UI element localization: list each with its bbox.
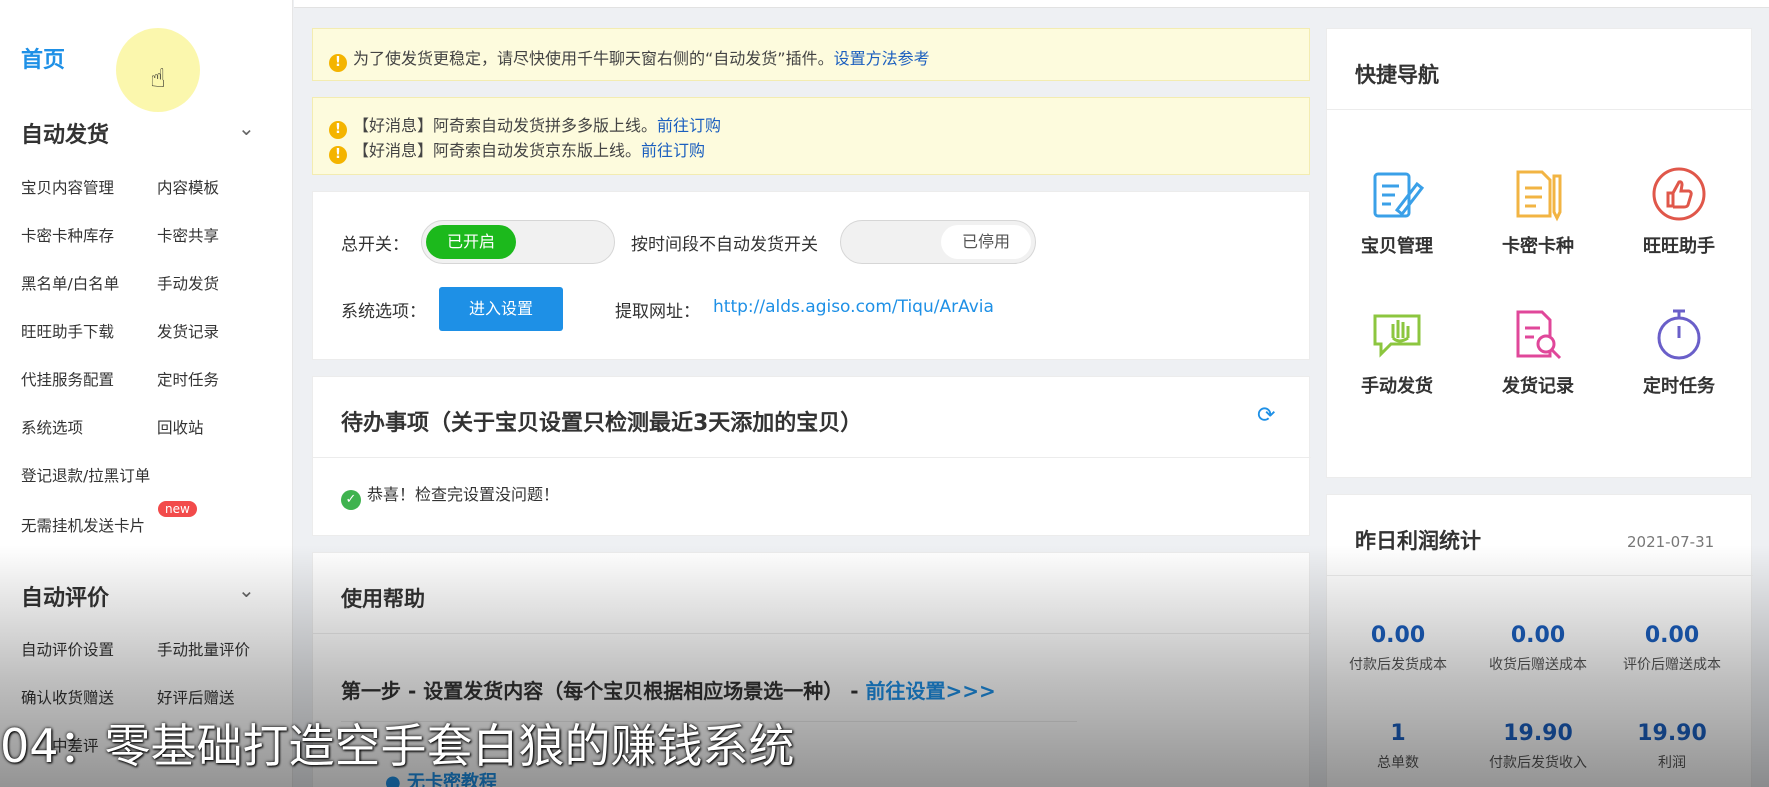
- sidebar-item[interactable]: 手动发货: [157, 272, 219, 294]
- card-document-icon: [1516, 170, 1562, 222]
- quick-nav-panel: 快捷导航 宝贝管理 卡密卡种 旺旺助手 手动发货 发货记录 定时任务: [1326, 28, 1753, 478]
- sidebar-item[interactable]: 确认收货赠送: [21, 686, 114, 708]
- refresh-icon[interactable]: ⟳: [1257, 403, 1275, 428]
- divider: [313, 457, 1311, 458]
- quick-nav-item-timer[interactable]: 定时任务: [1619, 306, 1739, 398]
- video-caption: 04：零基础打造空手套白狼的赚钱系统: [0, 719, 795, 773]
- profit-title: 昨日利润统计: [1355, 529, 1481, 553]
- warning-icon: !: [329, 54, 347, 72]
- todo-title: 待办事项（关于宝贝设置只检测最近3天添加的宝贝）: [341, 411, 863, 436]
- sidebar-item[interactable]: 宝贝内容管理: [21, 176, 114, 198]
- thumbs-up-icon: [1652, 167, 1706, 221]
- stat-income: 19.90 付款后发货收入: [1489, 721, 1587, 771]
- sidebar: 首页 ☝ 自动发货 ⌄ 宝贝内容管理 内容模板 卡密卡种库存 卡密共享 黑名单/…: [0, 0, 293, 787]
- quick-nav-label: 定时任务: [1643, 376, 1715, 397]
- quick-nav-label: 发货记录: [1502, 376, 1574, 397]
- edit-document-icon: [1373, 172, 1425, 218]
- toggle-state: 已开启: [426, 225, 516, 259]
- master-switch-label: 总开关：: [341, 235, 409, 255]
- sidebar-item[interactable]: 登记退款/拉黑订单: [21, 464, 150, 486]
- divider: [1327, 575, 1753, 576]
- sidebar-item[interactable]: 卡密卡种库存: [21, 224, 114, 246]
- settings-panel: 总开关： 已开启 按时间段不自动发货开关 已停用 系统选项： 进入设置 提取网址…: [312, 191, 1310, 360]
- todo-panel: 待办事项（关于宝贝设置只检测最近3天添加的宝贝） ⟳ ✓ 恭喜！检查完设置没问题！: [312, 376, 1311, 536]
- period-switch-label: 按时间段不自动发货开关: [631, 235, 818, 255]
- sidebar-item[interactable]: 定时任务: [157, 368, 219, 390]
- top-bar: [294, 0, 1769, 8]
- system-options-label: 系统选项：: [341, 302, 426, 322]
- sidebar-item-home[interactable]: 首页: [21, 42, 65, 74]
- sidebar-item[interactable]: 自动评价设置: [21, 638, 114, 660]
- divider: [1327, 109, 1753, 110]
- sidebar-item[interactable]: 代挂服务配置: [21, 368, 114, 390]
- profit-date: 2021-07-31: [1627, 533, 1715, 551]
- chevron-down-icon[interactable]: ⌄: [238, 116, 255, 140]
- toggle-state: 已停用: [941, 225, 1031, 259]
- quick-nav-label: 旺旺助手: [1643, 236, 1715, 257]
- stat-cost-after-receipt: 0.00 收货后赠送成本: [1489, 623, 1587, 673]
- quick-nav-label: 卡密卡种: [1502, 236, 1574, 257]
- master-switch-toggle[interactable]: 已开启: [421, 220, 615, 264]
- sidebar-item[interactable]: 好评后赠送: [157, 686, 235, 708]
- help-step1: 第一步 - 设置发货内容（每个宝贝根据相应场景选一种） - 前往设置>>>: [341, 675, 996, 704]
- quick-nav-label: 手动发货: [1361, 376, 1433, 397]
- quick-nav-item-wangwang[interactable]: 旺旺助手: [1619, 166, 1739, 258]
- profit-panel: 昨日利润统计 2021-07-31 0.00 付款后发货成本 0.00 收货后赠送成…: [1326, 494, 1753, 787]
- stat-total-orders: 1 总单数: [1377, 721, 1419, 771]
- new-badge: new: [158, 501, 197, 517]
- notice-plugin: ! 为了使发货更稳定，请尽快使用千牛聊天窗右侧的“自动发货”插件。设置方法参考: [312, 28, 1310, 81]
- stat-profit: 19.90 利润: [1637, 721, 1707, 771]
- sidebar-item[interactable]: 手动批量评价: [157, 638, 250, 660]
- notice-text: 【好消息】阿奇索自动发货京东版上线。: [353, 141, 642, 160]
- quick-nav-label: 宝贝管理: [1361, 236, 1433, 257]
- sidebar-item[interactable]: 内容模板: [157, 176, 219, 198]
- search-document-icon: [1516, 310, 1562, 360]
- stat-cost-after-review: 0.00 评价后赠送成本: [1623, 623, 1721, 673]
- sidebar-item[interactable]: 系统选项: [21, 416, 83, 438]
- check-circle-icon: ✓: [341, 490, 361, 510]
- divider: [313, 633, 1311, 634]
- quick-nav-item-product[interactable]: 宝贝管理: [1337, 166, 1457, 258]
- stopwatch-icon: [1657, 309, 1701, 360]
- notice-text: 为了使发货更稳定，请尽快使用千牛聊天窗右侧的“自动发货”插件。: [353, 49, 834, 68]
- sidebar-item[interactable]: 旺旺助手下载: [21, 320, 114, 342]
- section-auto-ship[interactable]: 自动发货: [21, 117, 109, 149]
- warning-icon: !: [329, 121, 347, 139]
- sidebar-item[interactable]: 回收站: [157, 416, 204, 438]
- todo-message: ✓ 恭喜！检查完设置没问题！: [341, 481, 559, 510]
- quick-nav-item-card[interactable]: 卡密卡种: [1478, 166, 1598, 258]
- help-step1-text: 第一步 - 设置发货内容（每个宝贝根据相应场景选一种） -: [341, 679, 859, 703]
- help-title: 使用帮助: [341, 587, 425, 611]
- sidebar-item[interactable]: 黑名单/白名单: [21, 272, 119, 294]
- enter-settings-button[interactable]: 进入设置: [439, 287, 563, 331]
- sidebar-item[interactable]: 无需挂机发送卡片: [21, 514, 145, 536]
- sidebar-item[interactable]: 卡密共享: [157, 224, 219, 246]
- subscribe-link[interactable]: 前往订购: [657, 116, 721, 135]
- notice-text: 【好消息】阿奇索自动发货拼多多版上线。: [353, 116, 658, 135]
- quick-nav-title: 快捷导航: [1355, 63, 1439, 87]
- quick-nav-item-manual-ship[interactable]: 手动发货: [1337, 306, 1457, 398]
- section-auto-review[interactable]: 自动评价: [21, 580, 109, 612]
- extract-url-link[interactable]: http://alds.agiso.com/Tiqu/ArAvia: [713, 297, 994, 317]
- quick-nav-item-ship-record[interactable]: 发货记录: [1478, 306, 1598, 398]
- stat-cost-after-payment: 0.00 付款后发货成本: [1349, 623, 1447, 673]
- go-settings-link[interactable]: 前往设置>>>: [865, 679, 995, 703]
- subscribe-link[interactable]: 前往订购: [641, 141, 705, 160]
- todo-message-text: 恭喜！检查完设置没问题！: [367, 485, 560, 504]
- chevron-down-icon[interactable]: ⌄: [238, 578, 255, 602]
- notice-good-news: ! 【好消息】阿奇索自动发货拼多多版上线。前往订购 ! 【好消息】阿奇索自动发货京东…: [312, 97, 1310, 175]
- period-switch-toggle[interactable]: 已停用: [840, 220, 1036, 264]
- hand-chat-icon: [1373, 314, 1421, 358]
- warning-icon: !: [329, 146, 347, 164]
- extract-url-label: 提取网址：: [615, 302, 700, 322]
- hand-cursor-icon: ☝: [150, 64, 166, 94]
- sidebar-item[interactable]: 发货记录: [157, 320, 219, 342]
- notice-link[interactable]: 设置方法参考: [834, 49, 930, 68]
